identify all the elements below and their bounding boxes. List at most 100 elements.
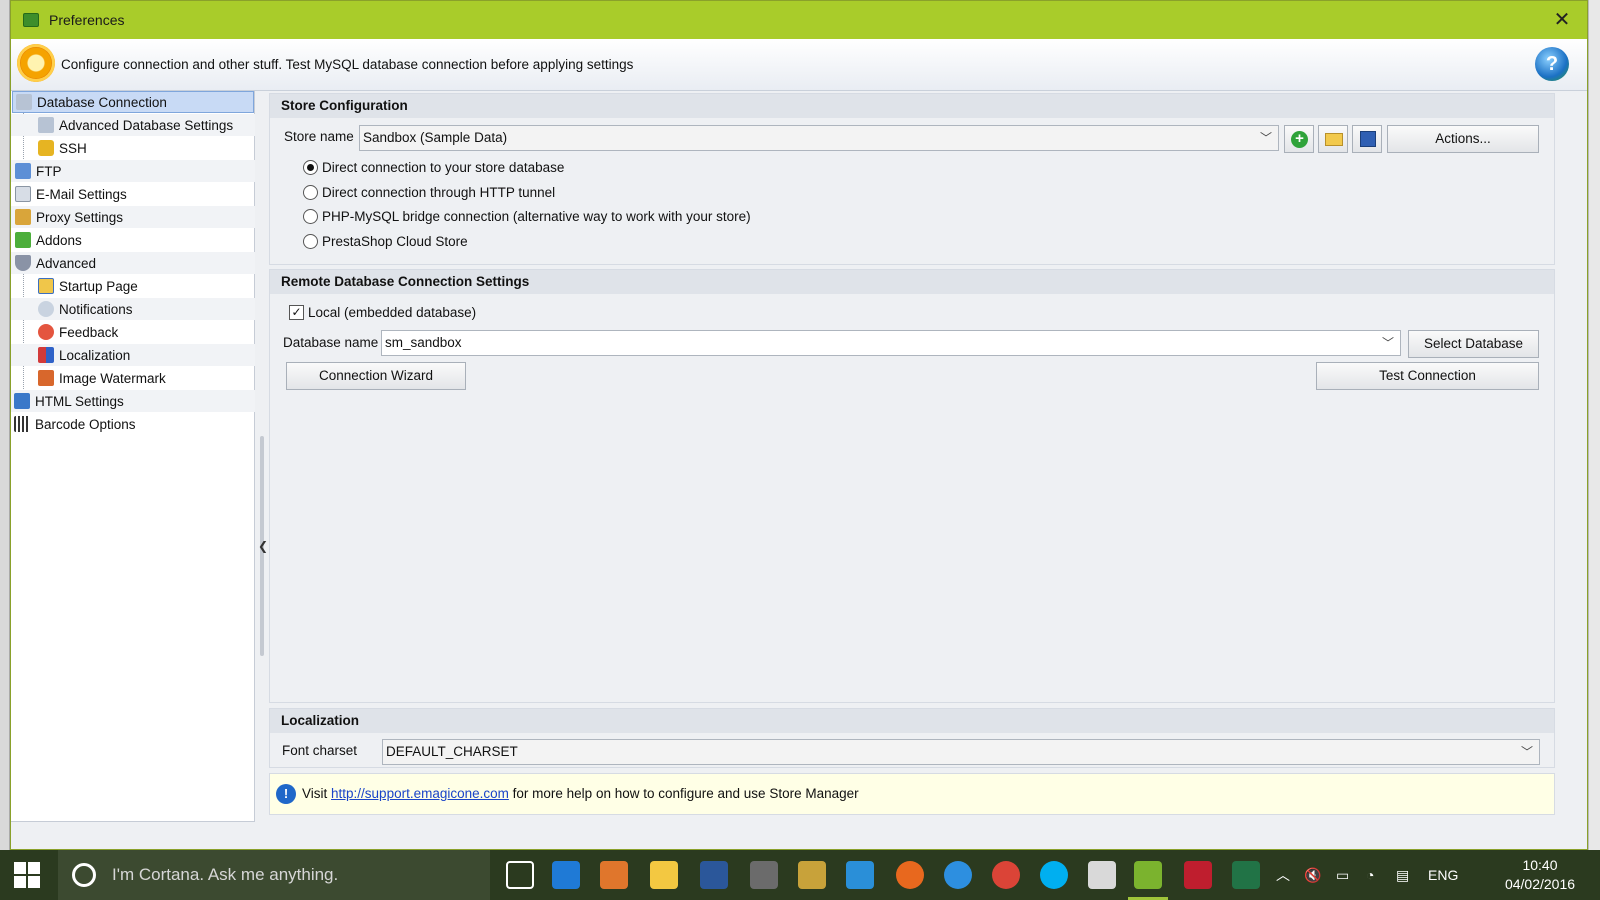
radio-php-mysql-bridge[interactable]: PHP-MySQL bridge connection (alternative… (303, 209, 751, 224)
excel-icon[interactable] (1232, 861, 1260, 889)
clock[interactable]: 10:40 04/02/2016 (1490, 856, 1590, 894)
tree-item-label: Barcode Options (35, 416, 136, 432)
task-view-icon[interactable] (506, 861, 534, 889)
tree-item-label: Addons (36, 232, 82, 248)
settings-tree: Database Connection Advanced Database Se… (11, 91, 255, 822)
barcode-icon (14, 416, 30, 432)
word-icon[interactable] (700, 861, 728, 889)
store-manager-icon[interactable] (1134, 861, 1162, 889)
tree-item-proxy-settings[interactable]: Proxy Settings (11, 206, 255, 228)
volume-muted-icon[interactable]: 🔇 (1304, 850, 1321, 900)
tree-item-feedback[interactable]: Feedback (11, 321, 255, 343)
tree-item-label: FTP (36, 163, 62, 179)
tree-item-label: E-Mail Settings (36, 186, 127, 202)
tree-item-localization[interactable]: Localization (11, 344, 255, 366)
radio-label: Direct connection to your store database (322, 160, 565, 175)
folder-icon (1325, 133, 1343, 146)
tree-item-label: Notifications (59, 301, 133, 317)
test-connection-button[interactable]: Test Connection (1316, 362, 1539, 390)
radio-http-tunnel[interactable]: Direct connection through HTTP tunnel (303, 185, 555, 200)
tree-item-database-connection[interactable]: Database Connection (12, 91, 254, 113)
lock-icon (38, 140, 54, 156)
store-name-select[interactable]: Sandbox (Sample Data) ﹀ (359, 125, 1279, 151)
info-prefix: Visit (302, 786, 328, 801)
splitter[interactable]: ❮ (256, 91, 268, 822)
radio-direct-connection[interactable]: Direct connection to your store database (303, 160, 564, 175)
background-app-left (0, 0, 10, 850)
edge-icon[interactable] (552, 861, 580, 889)
firefox-icon[interactable] (896, 861, 924, 889)
tree-item-addons[interactable]: Addons (11, 229, 255, 251)
close-button[interactable]: ✕ (1551, 9, 1573, 31)
cleaner-icon[interactable] (798, 861, 826, 889)
tree-item-advanced-database-settings[interactable]: Advanced Database Settings (11, 114, 255, 136)
chevron-down-icon: ﹀ (1520, 745, 1533, 759)
internet-explorer-icon[interactable] (944, 861, 972, 889)
tray-overflow-icon[interactable]: ︿ (1276, 850, 1290, 900)
open-store-button[interactable] (1318, 125, 1348, 153)
media-player-icon[interactable] (600, 861, 628, 889)
tree-item-barcode-options[interactable]: Barcode Options (11, 413, 255, 435)
start-button[interactable] (14, 862, 40, 888)
image-viewer-icon[interactable] (1088, 861, 1116, 889)
radio-prestashop-cloud[interactable]: PrestaShop Cloud Store (303, 234, 468, 249)
startup-page-icon (38, 278, 54, 294)
radio-indicator (303, 209, 318, 224)
info-suffix: for more help on how to configure and us… (512, 786, 859, 801)
clock-date: 04/02/2016 (1504, 876, 1576, 892)
font-charset-value: DEFAULT_CHARSET (386, 744, 518, 759)
cortana-icon (72, 863, 96, 887)
language-indicator[interactable]: ENG (1428, 850, 1458, 900)
tree-item-label: Proxy Settings (36, 209, 124, 225)
plus-icon: + (1291, 131, 1308, 148)
skype-icon[interactable] (1040, 861, 1068, 889)
add-store-button[interactable]: + (1284, 125, 1314, 153)
local-database-checkbox[interactable]: ✓ Local (embedded database) (289, 305, 476, 320)
tree-item-label: Startup Page (59, 278, 138, 294)
tree-item-startup-page[interactable]: Startup Page (11, 275, 255, 297)
tree-item-email-settings[interactable]: E-Mail Settings (11, 183, 255, 205)
proxy-icon (15, 209, 31, 225)
ftp-icon (15, 163, 31, 179)
battery-icon[interactable]: ▭ (1336, 850, 1349, 900)
radio-indicator (303, 185, 318, 200)
database-name-select[interactable]: sm_sandbox ﹀ (381, 330, 1401, 356)
cortana-search-box[interactable]: I'm Cortana. Ask me anything. (58, 850, 490, 900)
title-bar[interactable]: Preferences ✕ (11, 1, 1587, 39)
chrome-icon[interactable] (992, 861, 1020, 889)
database-name-label: Database name (283, 335, 379, 350)
radio-label: PHP-MySQL bridge connection (alternative… (322, 209, 751, 224)
tree-item-advanced[interactable]: Advanced (11, 252, 255, 274)
tree-item-html-settings[interactable]: HTML Settings (11, 390, 255, 412)
tree-item-notifications[interactable]: Notifications (11, 298, 255, 320)
store-name-value: Sandbox (Sample Data) (363, 130, 508, 145)
calculator-icon[interactable] (750, 861, 778, 889)
taskbar: I'm Cortana. Ask me anything. ︿ 🔇 ▭ ◔ ▤ … (0, 850, 1600, 900)
header-description: Configure connection and other stuff. Te… (61, 57, 634, 72)
network-app-icon[interactable] (846, 861, 874, 889)
tree-item-label: SSH (59, 140, 87, 156)
help-icon[interactable]: ? (1535, 47, 1569, 81)
connection-wizard-button[interactable]: Connection Wizard (286, 362, 466, 390)
support-link[interactable]: http://support.emagicone.com (331, 786, 509, 801)
save-icon (1360, 131, 1376, 147)
tree-item-image-watermark[interactable]: Image Watermark (11, 367, 255, 389)
tree-item-ftp[interactable]: FTP (11, 160, 255, 182)
collapse-arrow-icon[interactable]: ❮ (258, 539, 268, 553)
info-bar: ! Visit http://support.emagicone.com for… (269, 773, 1555, 815)
tree-item-label: Advanced (36, 255, 97, 271)
file-explorer-icon[interactable] (650, 861, 678, 889)
select-database-button[interactable]: Select Database (1408, 330, 1539, 358)
actions-button[interactable]: Actions... (1387, 125, 1539, 153)
save-store-button[interactable] (1352, 125, 1382, 153)
tree-item-label: Feedback (59, 324, 119, 340)
background-app-right (1588, 0, 1600, 850)
radio-label: Direct connection through HTTP tunnel (322, 185, 556, 200)
font-charset-select[interactable]: DEFAULT_CHARSET ﹀ (382, 739, 1540, 765)
image-icon (38, 370, 54, 386)
action-center-icon[interactable]: ▤ (1396, 850, 1409, 900)
filezilla-icon[interactable] (1184, 861, 1212, 889)
wifi-icon[interactable]: ◔ (1366, 850, 1374, 900)
tree-item-ssh[interactable]: SSH (11, 137, 255, 159)
notification-icon (38, 301, 54, 317)
